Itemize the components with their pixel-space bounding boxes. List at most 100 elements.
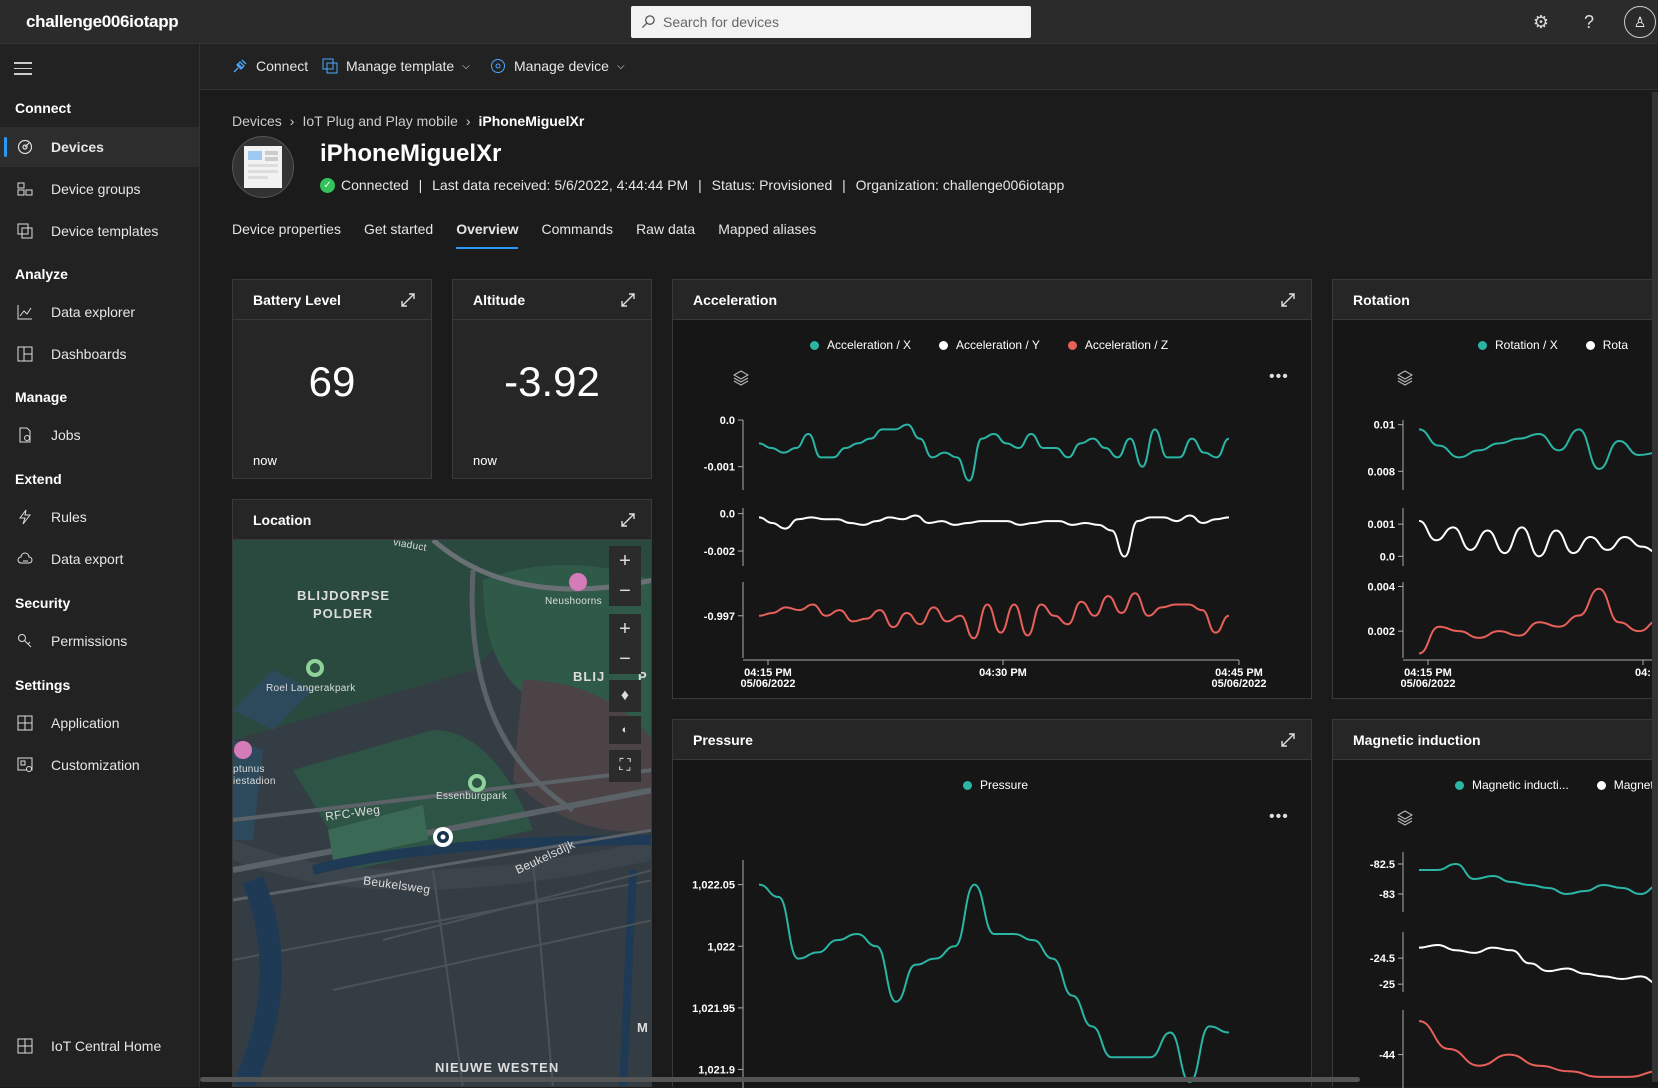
battery-value: 69 <box>308 358 356 405</box>
y-tick-label: -82.5 <box>1370 859 1395 871</box>
tab-raw-data[interactable]: Raw data <box>636 221 695 249</box>
tab-get-started[interactable]: Get started <box>364 221 433 249</box>
y-tick-label: -0.002 <box>704 546 735 558</box>
x-date-label: 05/06/2022 <box>1400 678 1455 690</box>
hamburger-menu-icon[interactable] <box>14 62 32 79</box>
sidebar-item-device-groups[interactable]: Device groups <box>0 169 199 209</box>
sidebar-item-customization[interactable]: Customization <box>0 745 199 785</box>
manage-template-button[interactable]: Manage template ⌵ <box>322 58 470 74</box>
connect-label: Connect <box>256 58 309 74</box>
horizontal-scrollbar[interactable] <box>200 1077 1360 1082</box>
chevron-down-icon: ⌵ <box>616 60 625 72</box>
breadcrumb-current-device: iPhoneMiguelXr <box>478 113 585 129</box>
y-tick-label: 0.0 <box>720 415 735 427</box>
breadcrumb-template[interactable]: IoT Plug and Play mobile <box>302 113 457 129</box>
map-label: NIEUWE WESTEN <box>435 1060 560 1075</box>
expand-icon[interactable] <box>619 291 637 309</box>
application-icon <box>14 715 36 731</box>
tab-mapped-aliases[interactable]: Mapped aliases <box>718 221 816 249</box>
vertical-scrollbar[interactable] <box>1652 92 1658 1082</box>
search-icon <box>641 15 655 29</box>
map-label: M <box>637 1020 649 1035</box>
altitude-tile: Altitude -3.92 now <box>452 279 652 479</box>
tab-overview[interactable]: Overview <box>456 221 519 249</box>
fullscreen-icon[interactable]: ⛶ <box>609 750 641 782</box>
x-tick-label: 04: <box>1635 667 1651 679</box>
sidebar-item-application[interactable]: Application <box>0 703 199 743</box>
tile-title: Magnetic induction <box>1353 732 1481 748</box>
map-label: BLIJDORPSE <box>297 588 391 603</box>
x-date-label: 05/06/2022 <box>1211 678 1266 690</box>
sidebar-item-rules[interactable]: Rules <box>0 497 199 537</box>
sidebar-item-permissions[interactable]: Permissions <box>0 621 199 661</box>
y-tick-label: -83 <box>1379 889 1395 901</box>
pressure-chart: 1,022.05 1,022 1,021.95 1,021.9 <box>692 860 1230 1088</box>
separator: | <box>694 177 706 193</box>
sidebar-item-label: IoT Central Home <box>51 1038 162 1054</box>
sidebar-item-iot-central-home[interactable]: IoT Central Home <box>0 1026 199 1066</box>
settings-gear-icon[interactable]: ⚙ <box>1530 11 1552 33</box>
organization: Organization: challenge006iotapp <box>855 177 1065 193</box>
zoom-in-button[interactable]: + <box>619 546 631 576</box>
help-icon[interactable]: ? <box>1578 11 1600 33</box>
tab-commands[interactable]: Commands <box>541 221 613 249</box>
zoom-out-button[interactable]: − <box>619 576 631 606</box>
expand-icon[interactable] <box>399 291 417 309</box>
sidebar-item-data-export[interactable]: Data export <box>0 539 199 579</box>
expand-icon[interactable] <box>619 511 637 529</box>
map-label: Essenburgpark <box>436 791 508 802</box>
map-label: Roel Langerakpark <box>266 683 356 694</box>
sidebar-item-data-explorer[interactable]: Data explorer <box>0 292 199 332</box>
breadcrumb-devices[interactable]: Devices <box>232 113 282 129</box>
chart-icon <box>14 304 36 320</box>
map-style-icon[interactable]: ◐ <box>609 716 641 744</box>
app-title[interactable]: challenge006iotapp <box>26 12 179 32</box>
tile-title: Altitude <box>473 292 526 308</box>
location-map[interactable]: BLIJDORPSE POLDER Roel Langerakpark Neus… <box>233 540 651 1086</box>
series-line <box>758 883 1230 1083</box>
y-tick-label: 1,021.9 <box>698 1065 735 1077</box>
manage-device-button[interactable]: Manage device ⌵ <box>490 58 625 74</box>
magnetic-induction-chart: -82.5 -83 -24.5 -25 -44 <box>1370 852 1658 1088</box>
compass-icon[interactable]: ♦ <box>609 680 641 712</box>
battery-level-tile: Battery Level 69 now <box>232 279 432 479</box>
sidebar-item-device-templates[interactable]: Device templates <box>0 211 199 251</box>
device-name: iPhoneMiguelXr <box>320 140 502 167</box>
provision-status: Status: Provisioned <box>711 177 833 193</box>
y-tick-label: -0.997 <box>704 611 735 623</box>
chevron-right-icon: › <box>465 113 471 129</box>
sidebar-item-devices[interactable]: Devices <box>0 127 199 167</box>
separator: | <box>414 177 427 193</box>
map-zoom-controls: + − <box>609 546 641 606</box>
section-security: Security <box>15 595 71 611</box>
y-tick-label: 0.001 <box>1367 519 1395 531</box>
expand-icon[interactable] <box>1279 291 1297 309</box>
location-tile: Location BLIJDORPSE POLDER Roel Langerak… <box>232 499 652 1087</box>
sidebar-item-jobs[interactable]: Jobs <box>0 415 199 455</box>
series-line <box>758 592 1230 640</box>
y-tick-label: 0.004 <box>1367 581 1395 593</box>
pitch-down-button[interactable]: − <box>619 644 631 674</box>
map-label: POLDER <box>313 606 374 621</box>
account-avatar[interactable]: ♙ <box>1624 6 1656 38</box>
search-input[interactable]: Search for devices <box>631 6 1031 38</box>
series-line <box>758 423 1230 482</box>
sidebar-item-label: Data export <box>51 551 124 567</box>
tile-title: Pressure <box>693 732 753 748</box>
rules-icon <box>14 509 36 525</box>
chevron-down-icon: ⌵ <box>462 60 470 72</box>
sidebar-item-label: Jobs <box>51 427 81 443</box>
sidebar-item-label: Data explorer <box>51 304 136 320</box>
connect-button[interactable]: Connect <box>232 58 308 74</box>
series-line <box>1418 944 1658 986</box>
expand-icon[interactable] <box>1279 731 1297 749</box>
sidebar-item-dashboards[interactable]: Dashboards <box>0 334 199 374</box>
acceleration-tile: Acceleration Acceleration / X Accelerati… <box>672 279 1312 699</box>
y-tick-label: -44 <box>1379 1050 1396 1062</box>
tab-device-properties[interactable]: Device properties <box>232 221 341 249</box>
series-line <box>1418 1020 1658 1078</box>
map-label: Neushoorns <box>545 596 602 607</box>
series-line <box>1418 587 1658 655</box>
pitch-up-button[interactable]: + <box>619 614 631 644</box>
section-settings: Settings <box>15 677 71 693</box>
